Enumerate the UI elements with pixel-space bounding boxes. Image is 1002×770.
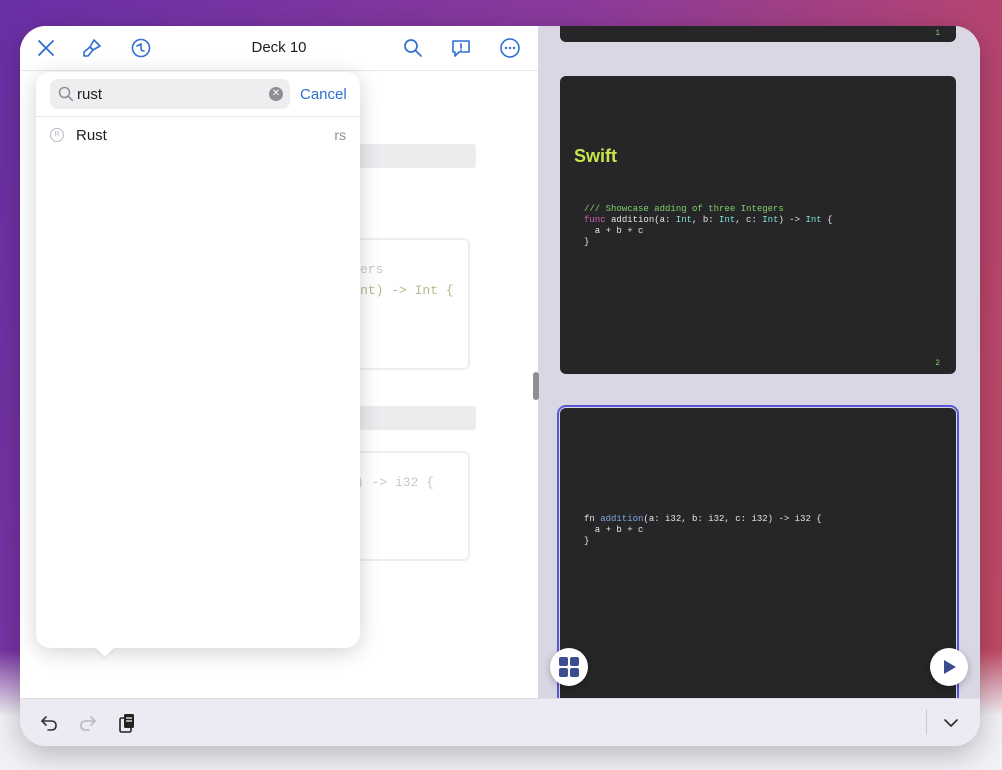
editor-code-line: nt) -> Int {	[360, 283, 454, 298]
slide-thumbnail-selected[interactable]: fn addition(a: i32, b: i32, c: i32) -> i…	[557, 405, 959, 711]
code-line: a + b + c	[584, 226, 644, 236]
slide-code: /// Showcase adding of three Integers fu…	[584, 204, 833, 248]
editor-code-block	[356, 451, 470, 561]
divider	[36, 116, 360, 117]
app-window: Deck 10 ers nt) -> Int { ) -> i32 { ✕	[20, 26, 980, 746]
search-input[interactable]	[77, 83, 257, 105]
slide-thumbnail[interactable]: Swift /// Showcase adding of three Integ…	[560, 76, 956, 374]
slides-pane: 1 Swift /// Showcase adding of three Int…	[538, 26, 980, 711]
slide-number: 2	[935, 359, 940, 368]
cancel-button[interactable]: Cancel	[300, 86, 347, 103]
search-icon	[58, 86, 74, 102]
feedback-icon[interactable]	[449, 36, 473, 60]
search-icon[interactable]	[401, 36, 425, 60]
split-view-handle[interactable]	[533, 372, 539, 400]
undo-icon[interactable]	[38, 712, 60, 734]
editor-block-header	[356, 144, 476, 168]
code-line: }	[584, 237, 590, 247]
slide-heading: Swift	[574, 146, 617, 166]
clipboard-icon[interactable]	[116, 712, 138, 734]
top-toolbar: Deck 10	[20, 26, 538, 71]
editor-code-block	[356, 238, 470, 370]
search-field[interactable]: ✕	[50, 79, 290, 109]
clear-icon[interactable]: ✕	[269, 87, 283, 101]
language-search-popover: ✕ Cancel R Rust rs	[36, 72, 360, 648]
code-line: func addition(a: Int, b: Int, c: Int) ->…	[584, 215, 833, 225]
slide-number: 1	[935, 29, 940, 38]
code-line: /// Showcase adding of three Integers	[584, 204, 784, 214]
language-extension: rs	[334, 127, 346, 143]
editor-code-line: ers	[360, 262, 384, 277]
grid-icon	[559, 657, 579, 677]
more-icon[interactable]	[498, 36, 522, 60]
rust-icon: R	[50, 128, 64, 142]
language-name: Rust	[76, 127, 107, 144]
editor-pane: Deck 10 ers nt) -> Int { ) -> i32 { ✕	[20, 26, 538, 698]
code-line: fn addition(a: i32, b: i32, c: i32) -> i…	[584, 514, 822, 524]
code-line: a + b + c	[584, 525, 644, 535]
play-button[interactable]	[930, 648, 968, 686]
slide-code: fn addition(a: i32, b: i32, c: i32) -> i…	[584, 514, 822, 547]
editor-block-header	[356, 406, 476, 430]
list-item[interactable]: R Rust rs	[36, 120, 360, 156]
divider	[926, 709, 927, 735]
bottom-toolbar	[20, 698, 980, 746]
play-icon	[944, 660, 956, 674]
redo-icon[interactable]	[77, 712, 99, 734]
chevron-down-icon[interactable]	[940, 712, 962, 734]
grid-view-button[interactable]	[550, 648, 588, 686]
editor-code-line: ) -> i32 {	[356, 475, 435, 490]
popover-arrow	[95, 647, 115, 657]
code-line: }	[584, 536, 590, 546]
slide-thumbnail[interactable]: 1	[560, 26, 956, 42]
